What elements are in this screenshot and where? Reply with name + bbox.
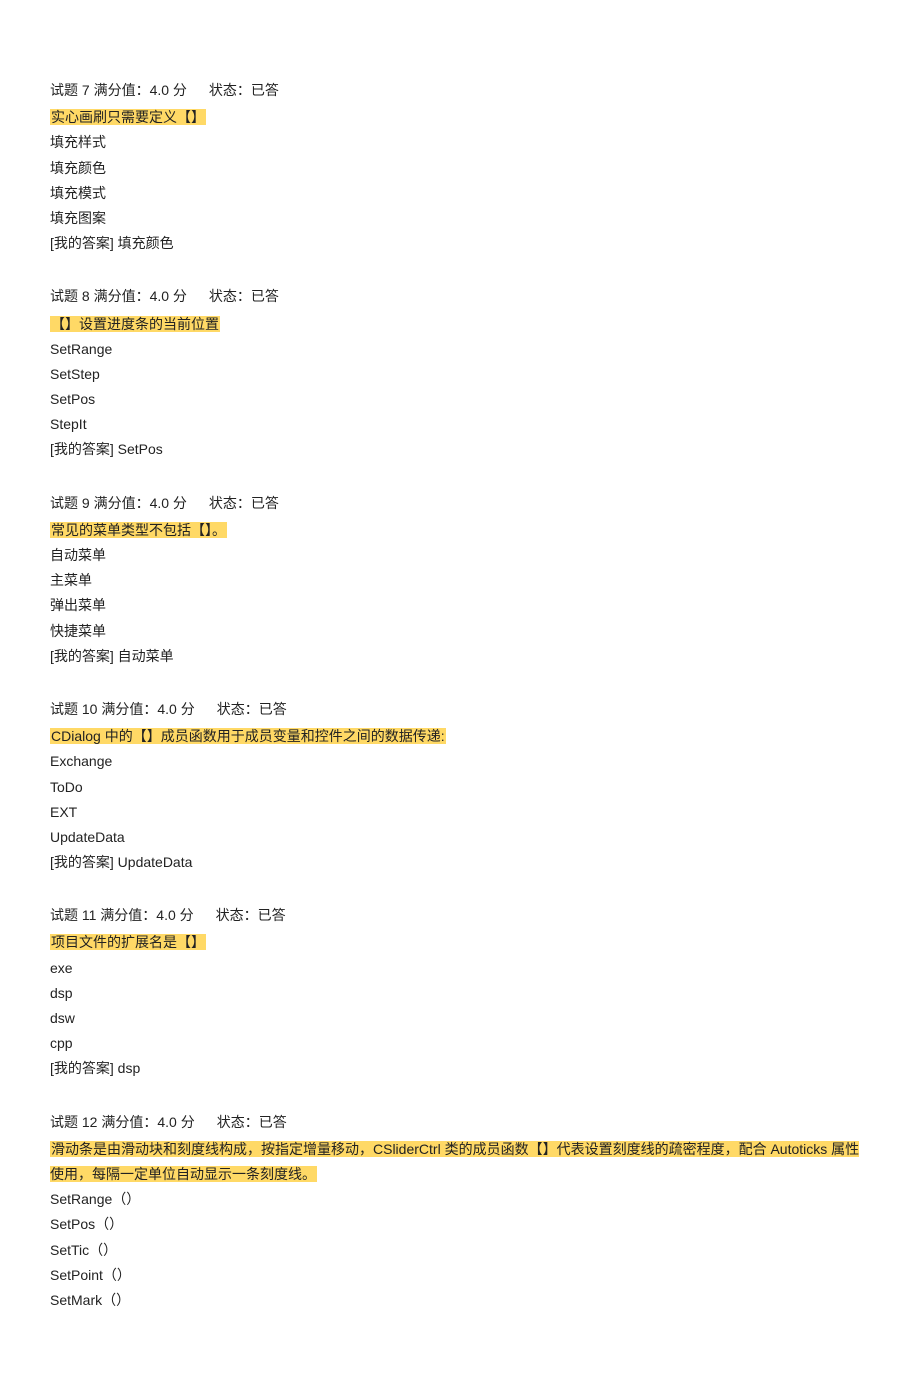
question-stem: 常见的菜单类型不包括【】。 [50,518,870,543]
question-number-score: 试题 12 满分值：4.0 分 [50,1114,195,1130]
question-stem: 实心画刷只需要定义【】 [50,105,870,130]
question-status: 状态：已答 [209,495,279,511]
question-block: 试题 11 满分值：4.0 分 状态：已答项目文件的扩展名是【】 exedspds… [50,903,870,1081]
question-header: 试题 9 满分值：4.0 分 状态：已答 [50,491,870,516]
highlight: 滑动条是由滑动块和刻度线构成，按指定增量移动，CSliderCtrl 类的成员函… [50,1141,859,1182]
question-stem: 项目文件的扩展名是【】 [50,930,870,955]
question-number-score: 试题 9 满分值：4.0 分 [50,495,187,511]
question-status: 状态：已答 [217,701,287,717]
option: SetStep [50,362,870,387]
option: 填充样式 [50,130,870,155]
my-answer: [我的答案] SetPos [50,437,870,462]
highlight: 常见的菜单类型不包括【】。 [50,522,227,538]
option: 填充图案 [50,206,870,231]
question-number-score: 试题 7 满分值：4.0 分 [50,82,187,98]
question-block: 试题 12 满分值：4.0 分 状态：已答滑动条是由滑动块和刻度线构成，按指定增量… [50,1110,870,1314]
question-status: 状态：已答 [216,907,286,923]
my-answer: [我的答案] 填充颜色 [50,231,870,256]
question-number-score: 试题 8 满分值：4.0 分 [50,288,187,304]
question-status: 状态：已答 [217,1114,287,1130]
option: SetPos（） [50,1212,870,1237]
question-block: 试题 9 满分值：4.0 分 状态：已答 常见的菜单类型不包括【】。 自动菜单主菜… [50,491,870,669]
question-block: 试题 8 满分值：4.0 分 状态：已答 【】设置进度条的当前位置 SetRang… [50,284,870,462]
question-number-score: 试题 10 满分值：4.0 分 [50,701,195,717]
option: cpp [50,1031,870,1056]
option: SetRange [50,337,870,362]
my-answer: [我的答案] dsp [50,1056,870,1081]
option: SetTic（） [50,1238,870,1263]
option: EXT [50,800,870,825]
option: 快捷菜单 [50,619,870,644]
option: SetPoint（） [50,1263,870,1288]
my-answer: [我的答案] 自动菜单 [50,644,870,669]
option: SetRange（） [50,1187,870,1212]
option: 填充颜色 [50,156,870,181]
option: StepIt [50,412,870,437]
question-header: 试题 8 满分值：4.0 分 状态：已答 [50,284,870,309]
question-stem: 【】设置进度条的当前位置 [50,312,870,337]
option: 自动菜单 [50,543,870,568]
question-header: 试题 7 满分值：4.0 分 状态：已答 [50,78,870,103]
highlight: 【】设置进度条的当前位置 [50,316,220,332]
question-block: 试题 7 满分值：4.0 分 状态：已答 实心画刷只需要定义【】 填充样式填充颜色… [50,78,870,256]
option: ToDo [50,775,870,800]
option: Exchange [50,749,870,774]
question-block: 试题 10 满分值：4.0 分 状态：已答 CDialog 中的【】成员函数用于成员… [50,697,870,875]
question-header: 试题 10 满分值：4.0 分 状态：已答 [50,697,870,722]
option: 弹出菜单 [50,593,870,618]
question-stem: 滑动条是由滑动块和刻度线构成，按指定增量移动，CSliderCtrl 类的成员函… [50,1137,870,1187]
option: dsw [50,1006,870,1031]
option: SetPos [50,387,870,412]
highlight: CDialog 中的【】成员函数用于成员变量和控件之间的数据传递: [50,728,446,744]
my-answer: [我的答案] UpdateData [50,850,870,875]
question-stem: CDialog 中的【】成员函数用于成员变量和控件之间的数据传递: [50,724,870,749]
option: UpdateData [50,825,870,850]
highlight: 项目文件的扩展名是【】 [50,934,206,950]
question-status: 状态：已答 [209,82,279,98]
option: dsp [50,981,870,1006]
question-header: 试题 11 满分值：4.0 分 状态：已答 [50,903,870,928]
option: 填充模式 [50,181,870,206]
option: 主菜单 [50,568,870,593]
question-header: 试题 12 满分值：4.0 分 状态：已答 [50,1110,870,1135]
question-number-score: 试题 11 满分值：4.0 分 [50,907,194,923]
option: exe [50,956,870,981]
question-status: 状态：已答 [209,288,279,304]
option: SetMark（） [50,1288,870,1313]
highlight: 实心画刷只需要定义【】 [50,109,206,125]
